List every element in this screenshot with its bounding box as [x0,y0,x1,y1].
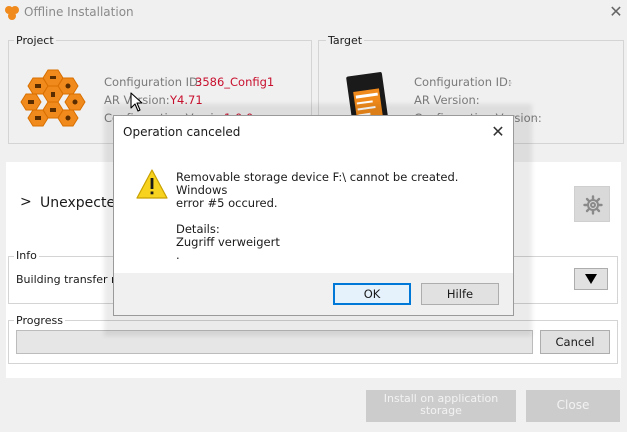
mouse-pointer-icon [130,92,143,112]
dialog-details-extra: . [176,248,180,262]
target-group-label: Target [326,34,365,47]
dialog-message-line1: Removable storage device F:\ cannot be c… [176,170,459,197]
settings-button[interactable] [574,186,610,222]
help-button[interactable]: Hilfe [421,283,499,305]
window-title: Offline Installation [24,5,134,19]
install-on-storage-button[interactable]: Install on application storage [366,390,516,422]
gear-icon [583,195,603,215]
target-config-version-value: - [534,111,539,125]
install-button-line2: storage [420,404,462,417]
window-close-icon[interactable]: ✕ [606,2,626,22]
project-config-id-value: 3586_Config1 [195,75,275,89]
ok-button[interactable]: OK [333,283,411,305]
warning-triangle-icon [136,169,168,199]
bur-logo-icon [5,6,19,20]
title-bar: Offline Installation ✕ [0,0,627,26]
error-dialog: Operation canceled ✕ Removable storage d… [113,115,514,316]
project-group-label: Project [14,34,56,47]
expand-chevron-icon[interactable]: > [20,194,32,210]
target-config-id-value: - [508,75,513,89]
info-group-label: Info [14,249,39,262]
dialog-title: Operation canceled [123,125,241,139]
cancel-button[interactable]: Cancel [540,330,610,354]
target-config-id-label: Configuration ID: [414,75,512,89]
dialog-details-text: Zugriff verweigert [176,235,280,249]
dialog-message-line2: error #5 occured. [176,196,278,210]
close-button[interactable]: Close [526,390,620,422]
dialog-close-icon[interactable]: ✕ [487,121,509,143]
info-expand-button[interactable] [574,268,608,290]
triangle-down-icon [585,274,597,284]
dialog-message: Removable storage device F:\ cannot be c… [176,171,496,262]
dialog-button-bar: OK Hilfe [114,273,513,315]
project-config-id-label: Configuration ID: [104,75,202,89]
bur-hexagon-logo-icon [20,69,86,127]
progress-group-label: Progress [14,314,65,327]
